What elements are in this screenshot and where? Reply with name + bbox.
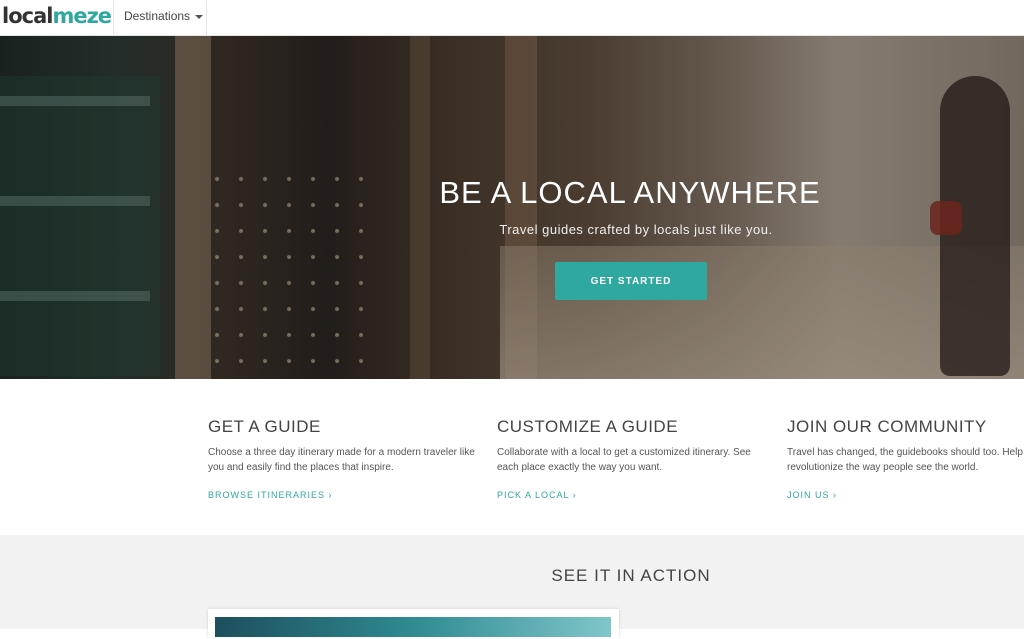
feature-title: JOIN OUR COMMUNITY (787, 417, 987, 436)
hero-title: BE A LOCAL ANYWHERE (439, 175, 821, 210)
feature-join-community: JOIN OUR COMMUNITY Travel has changed, t… (787, 417, 1024, 503)
feature-text: Collaborate with a local to get a custom… (497, 447, 751, 473)
get-started-button[interactable]: GET STARTED (555, 262, 707, 300)
top-nav: localmeze Destinations (0, 0, 1024, 36)
feature-title: CUSTOMIZE A GUIDE (497, 417, 679, 436)
hero-banner: BE A LOCAL ANYWHERE Travel guides crafte… (0, 36, 1024, 379)
logo-part-local: local (2, 4, 53, 28)
hero-subtitle: Travel guides crafted by locals just lik… (499, 222, 773, 237)
feature-text: Choose a three day itinerary made for a … (208, 447, 475, 473)
nav-divider (113, 0, 114, 36)
feature-text: Travel has changed, the guidebooks shoul… (787, 447, 1024, 473)
logo[interactable]: localmeze (2, 4, 112, 28)
video-card[interactable] (208, 609, 619, 639)
browse-itineraries-link[interactable]: BROWSE ITINERARIES › (208, 490, 333, 500)
destinations-dropdown[interactable]: Destinations (124, 9, 204, 23)
video-preview[interactable] (215, 617, 611, 637)
feature-get-a-guide: GET A GUIDE Choose a three day itinerary… (208, 417, 478, 503)
feature-title: GET A GUIDE (208, 417, 321, 436)
logo-part-meze: meze (52, 4, 112, 28)
pick-a-local-link[interactable]: PICK A LOCAL › (497, 490, 577, 500)
destinations-label: Destinations (124, 9, 191, 23)
nav-divider (206, 0, 207, 36)
features-section: GET A GUIDE Choose a three day itinerary… (0, 379, 1024, 535)
join-us-link[interactable]: JOIN US › (787, 490, 837, 500)
section-title: SEE IT IN ACTION (551, 566, 711, 585)
feature-customize-a-guide: CUSTOMIZE A GUIDE Collaborate with a loc… (497, 417, 767, 503)
caret-down-icon (195, 14, 204, 19)
see-it-in-action-section: SEE IT IN ACTION (0, 535, 1024, 639)
